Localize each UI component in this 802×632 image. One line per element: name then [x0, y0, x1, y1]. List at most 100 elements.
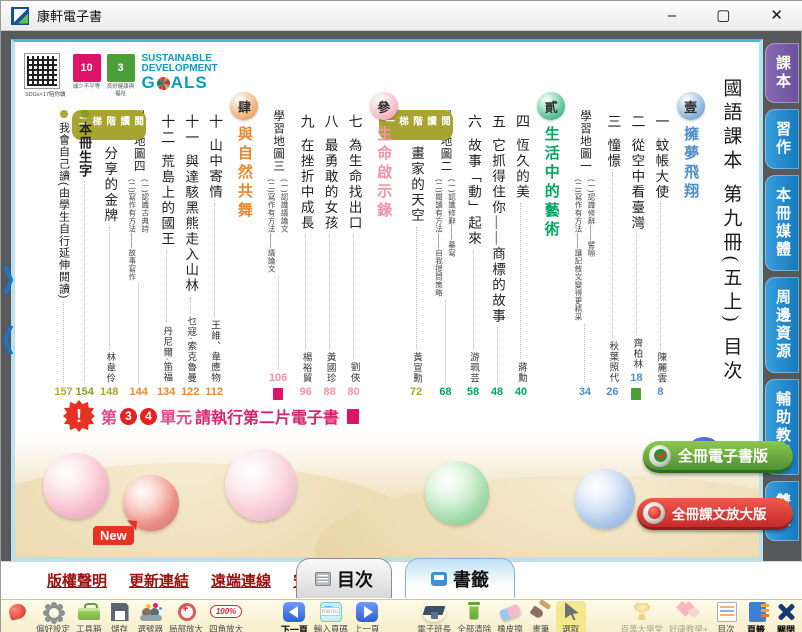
toolbar-marker[interactable] [3, 601, 33, 623]
toc-map-16[interactable]: 學習地圖三(一)認識議論文(二)寫作有方法——議論文106 [263, 64, 294, 400]
next-page-icon [283, 602, 305, 622]
capsule-pink-2 [225, 449, 297, 521]
red-orb-icon [643, 502, 665, 524]
right-tab-1[interactable]: 習作 [765, 109, 799, 169]
toc-unit-1: 壹擁夢飛翔 [672, 64, 708, 400]
save-icon [108, 602, 132, 622]
maximize-button[interactable]: ▢ [716, 2, 730, 30]
new-tag: New [93, 526, 134, 545]
toolbar-corner-zoom[interactable]: 100%四角放大 [206, 601, 246, 632]
toolbar-page-number-input[interactable]: menu輸入頁碼 [311, 601, 351, 632]
disc-notice: ! 第 3 4 單元 請執行第二片電子書 [63, 400, 359, 437]
toolbar-next-page[interactable]: 下一頁 [278, 601, 311, 632]
toolbar-teaching-plus[interactable]: 好康教學+ [666, 601, 711, 632]
mini-sdg-badge [347, 409, 359, 424]
capsule-green [425, 461, 489, 525]
page-number-input-icon: menu [320, 602, 342, 622]
tab-toc[interactable]: 目次 [296, 558, 392, 598]
toc-tool-icon [717, 602, 737, 622]
toolbar-eraser[interactable]: 橡皮擦 [494, 601, 526, 632]
toc-lesson-15[interactable]: 九在挫折中成長楊裕貿96 [294, 64, 318, 400]
edge-prev-arrow[interactable]: ❮ [1, 323, 13, 355]
toc-bullet-23[interactable]: 本冊生字154 [74, 64, 95, 400]
check-orb-icon [649, 445, 671, 467]
toolbar-page-tabs[interactable]: 頁籤 [741, 601, 771, 632]
mini-sdg-icon [631, 388, 641, 400]
bottom-toolbar: 偏好設定工具箱儲存選號器局部放大100%四角放大 下一頁menu輸入頁碼上一頁電子… [1, 599, 802, 632]
toolbar-local-zoom[interactable]: 局部放大 [166, 601, 206, 632]
toc-title-0: 國語課本 第九冊(五上) 目次 [709, 64, 753, 400]
toolbar-preferences[interactable]: 偏好設定 [33, 601, 73, 632]
page-tabs-icon [749, 602, 766, 622]
toolbar-clear-all[interactable]: 全部清除 [454, 601, 494, 632]
book-page: SDGs×17陪你讀 10減少不平等3良好健康與福祉 SUSTAINABLE D… [11, 39, 763, 561]
toolbox-icon [77, 602, 101, 622]
capsule-blue [575, 469, 635, 529]
toc-lesson-2[interactable]: 一蚊帳大使陳麗雲8 [648, 64, 672, 400]
unit-badge-icon: 參 [370, 92, 398, 120]
unit4-badge: 4 [140, 408, 157, 425]
e-captain-icon [422, 602, 446, 622]
footer-link-1[interactable]: 更新連結 [129, 570, 189, 591]
unit3-badge: 3 [120, 408, 137, 425]
toolbar-brush[interactable]: 畫筆 [526, 601, 556, 632]
footer-strip: 版權聲明更新連結遠端連線安裝字型 目次 書籤 [1, 561, 802, 599]
edge-next-arrow[interactable]: ❯ [1, 263, 13, 295]
toolbar-toolbox[interactable]: 工具箱 [73, 601, 105, 632]
number-picker-icon [138, 602, 162, 622]
capsule-pink-1 [43, 453, 109, 519]
toc-lesson-19[interactable]: 十一與達駭黑熊走入山林乜寇·索克魯曼122 [178, 64, 202, 400]
unit-badge-icon: 肆 [230, 92, 258, 120]
footer-link-0[interactable]: 版權聲明 [47, 570, 107, 591]
app-window: 康軒電子書 – ▢ ✕ SDGs×17陪你讀 10減少不平等3良好健康與福祉 S… [0, 0, 802, 632]
unit-badge-icon: 貳 [537, 92, 565, 120]
toc-lesson-9[interactable]: 六故事「動」起來游珮芸58 [461, 64, 485, 400]
toc-ladder-11[interactable]: 閱讀階梯一畫家的天空黃宣勳72 [402, 64, 430, 400]
toolbar-quiz-show[interactable]: 百萬大學堂 [618, 601, 667, 632]
corner-zoom-icon: 100% [209, 602, 243, 622]
marker-icon [6, 602, 30, 622]
toc-bullet-24[interactable]: 我會自己讀(由學生自行延伸閱讀)157 [53, 64, 74, 400]
kangxuan-logo-icon [11, 7, 29, 25]
right-tab-0[interactable]: 課本 [765, 43, 799, 103]
toc-map-5[interactable]: 學習地圖一(一)認識修辭——譬喻(二)寫作有方法——讓記敘文變得更精采34 [569, 64, 600, 400]
toolbar-close-app[interactable]: 關閉 [771, 601, 801, 632]
toc-ladder-22[interactable]: 閱讀階梯二分享的金牌林韋伶148 [95, 64, 123, 400]
full-ebook-button[interactable]: 全冊電子書版 [643, 441, 793, 473]
right-tab-3[interactable]: 周邊資源 [765, 277, 799, 373]
full-text-zoom-button[interactable]: 全冊課文放大版 [637, 498, 793, 530]
toc-lesson-14[interactable]: 八最勇敢的女孩黃國珍88 [318, 64, 342, 400]
right-tab-2[interactable]: 本冊媒體 [765, 175, 799, 271]
close-button[interactable]: ✕ [770, 2, 783, 30]
prev-page-icon [356, 602, 378, 622]
toolbar-e-captain[interactable]: 電子班長 [414, 601, 454, 632]
exclamation-icon: ! [63, 400, 95, 432]
local-zoom-icon [174, 602, 198, 622]
toc-unit-17: 肆與自然共舞 [226, 64, 262, 400]
tab-bookmark[interactable]: 書籤 [405, 558, 515, 598]
toc-book-icon [315, 572, 331, 586]
teaching-plus-icon [677, 602, 701, 622]
toc-lesson-18[interactable]: 十山中寄情王維、韋應物112 [202, 64, 226, 400]
toc-unit-12: 參生命啟示錄 [366, 64, 402, 400]
bookmark-tag-icon [431, 572, 447, 586]
mini-sdg-icon [273, 388, 283, 400]
toolbar-prev-page[interactable]: 上一頁 [351, 601, 383, 632]
toolbar-toc-tool[interactable]: 目次 [711, 601, 741, 632]
toc-columns: 國語課本 第九冊(五上) 目次壹擁夢飛翔一蚊帳大使陳麗雲8二從空中看臺灣齊柏林1… [53, 64, 753, 400]
toolbar-number-picker[interactable]: 選號器 [135, 601, 167, 632]
quiz-show-icon [630, 602, 654, 622]
toc-lesson-7[interactable]: 四恆久的美蔣勳40 [509, 64, 533, 400]
footer-link-2[interactable]: 遠端連線 [211, 570, 271, 591]
toc-lesson-3[interactable]: 二從空中看臺灣齊柏林18 [624, 64, 648, 400]
toc-lesson-8[interactable]: 五它抓得住你——商標的故事48 [485, 64, 509, 400]
select-icon [559, 602, 583, 622]
toc-lesson-20[interactable]: 十二荒島上的國王丹尼爾·笛福134 [154, 64, 178, 400]
toc-lesson-13[interactable]: 七為生命找出口劉俠80 [342, 64, 366, 400]
toc-lesson-4[interactable]: 三憧憬秋葉照代26 [600, 64, 624, 400]
eraser-icon [498, 602, 522, 622]
toolbar-select[interactable]: 選取 [556, 601, 586, 632]
minimize-button[interactable]: – [668, 2, 676, 30]
window-title: 康軒電子書 [37, 6, 102, 25]
toolbar-save[interactable]: 儲存 [105, 601, 135, 632]
